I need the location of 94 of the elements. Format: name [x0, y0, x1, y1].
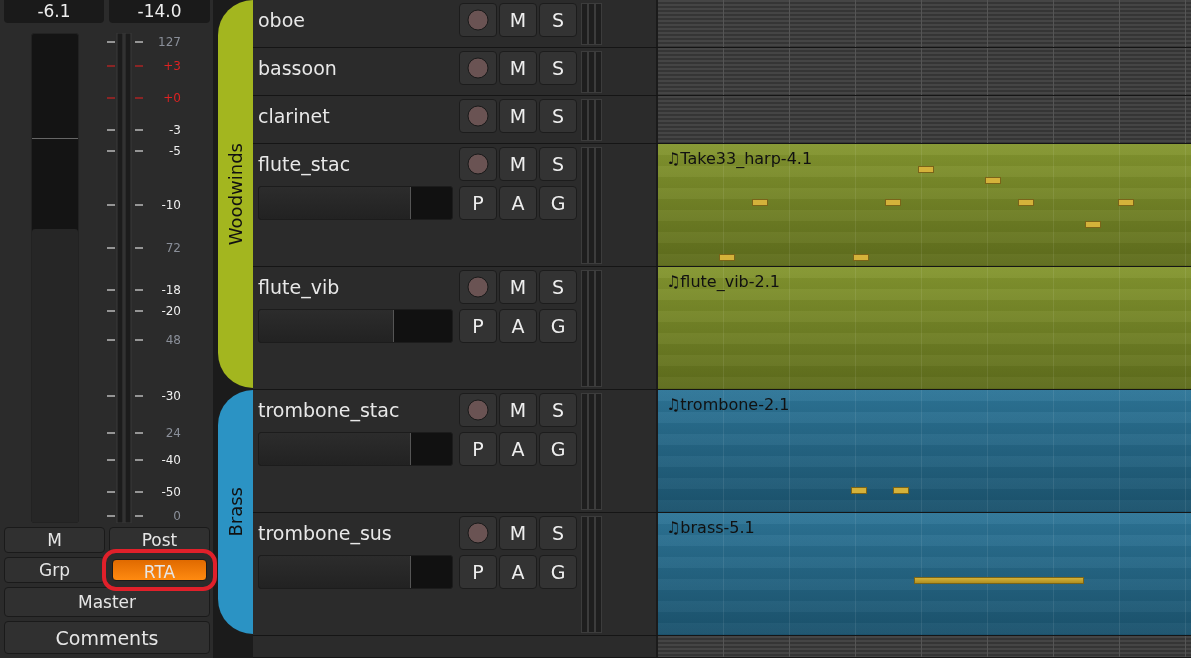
record-button[interactable] — [459, 51, 497, 85]
track-name[interactable]: bassoon — [258, 51, 457, 85]
record-button[interactable] — [459, 147, 497, 181]
record-icon — [467, 9, 489, 31]
meter-scale-label: +0 — [163, 90, 181, 106]
meter-scale-label: +3 — [163, 58, 181, 74]
midi-note[interactable] — [1085, 221, 1101, 228]
track-button[interactable]: P — [459, 309, 497, 343]
track-name[interactable]: trombone_sus — [258, 516, 457, 550]
meter-scale-label: -18 — [161, 282, 181, 298]
midi-note[interactable] — [1118, 199, 1134, 206]
record-icon — [467, 276, 489, 298]
meter-scale-label: 0 — [173, 508, 181, 524]
region-name: ♫flute_vib-2.1 — [666, 272, 780, 291]
record-button[interactable] — [459, 393, 497, 427]
track-button[interactable]: P — [459, 432, 497, 466]
fader-track[interactable] — [31, 33, 79, 523]
track-button[interactable]: M — [499, 99, 537, 133]
strip-button[interactable]: Grp — [4, 557, 105, 583]
track-button[interactable]: A — [499, 555, 537, 589]
region-name: ♫brass-5.1 — [666, 518, 755, 537]
gain-slider[interactable] — [258, 432, 453, 466]
midi-note[interactable] — [1018, 199, 1034, 206]
meter-scale-label: 127 — [158, 34, 181, 50]
track-button[interactable]: M — [499, 393, 537, 427]
record-icon — [467, 57, 489, 79]
track-button[interactable]: M — [499, 147, 537, 181]
track-button[interactable]: S — [539, 99, 577, 133]
meter-scale-label: 24 — [165, 425, 181, 441]
record-icon — [467, 105, 489, 127]
meter-scale-label: 48 — [165, 332, 181, 348]
track-button[interactable]: S — [539, 3, 577, 37]
midi-note[interactable] — [885, 199, 901, 206]
track-button[interactable]: S — [539, 147, 577, 181]
record-icon — [467, 399, 489, 421]
strip-button[interactable]: M — [4, 527, 105, 553]
track-name[interactable]: flute_stac — [258, 147, 457, 181]
meter-scale-label: -40 — [161, 452, 181, 468]
track-button[interactable]: S — [539, 51, 577, 85]
track-button[interactable]: G — [539, 432, 577, 466]
record-icon — [467, 153, 489, 175]
track-name[interactable]: flute_vib — [258, 270, 457, 304]
track-button[interactable]: M — [499, 51, 537, 85]
group-tab[interactable]: Woodwinds — [218, 0, 253, 388]
midi-note[interactable] — [719, 254, 735, 261]
track-button[interactable]: P — [459, 555, 497, 589]
track-button[interactable]: S — [539, 393, 577, 427]
record-icon — [467, 522, 489, 544]
midi-note[interactable] — [985, 177, 1001, 184]
record-button[interactable] — [459, 99, 497, 133]
track-button[interactable]: A — [499, 309, 537, 343]
strip-button[interactable]: Master — [4, 587, 210, 617]
record-button[interactable] — [459, 516, 497, 550]
midi-note[interactable] — [918, 166, 934, 173]
gain-slider[interactable] — [258, 309, 453, 343]
track-button[interactable]: A — [499, 432, 537, 466]
track-button[interactable]: G — [539, 555, 577, 589]
track-button[interactable]: M — [499, 3, 537, 37]
track-button[interactable]: M — [499, 270, 537, 304]
strip-button[interactable]: Comments — [4, 621, 210, 654]
midi-region[interactable]: ♫flute_vib-2.1 — [658, 267, 1191, 389]
region-name: ♫trombone-2.1 — [666, 395, 790, 414]
record-button[interactable] — [459, 3, 497, 37]
track-button[interactable]: G — [539, 186, 577, 220]
track-button[interactable]: A — [499, 186, 537, 220]
track-name[interactable]: trombone_stac — [258, 393, 457, 427]
group-tab[interactable]: Brass — [218, 390, 253, 634]
midi-note[interactable] — [914, 577, 1084, 584]
strip-button[interactable]: Post — [109, 527, 210, 553]
track-button[interactable]: S — [539, 516, 577, 550]
track-button[interactable]: M — [499, 516, 537, 550]
midi-note[interactable] — [752, 199, 768, 206]
track-button[interactable]: P — [459, 186, 497, 220]
record-button[interactable] — [459, 270, 497, 304]
peak-readout: -6.1 — [4, 0, 104, 23]
track-button[interactable]: S — [539, 270, 577, 304]
meter-scale-label: -30 — [161, 388, 181, 404]
meter-scale-label: -5 — [169, 143, 181, 159]
midi-note[interactable] — [851, 487, 867, 494]
meter-scale-label: -10 — [161, 197, 181, 213]
track-name[interactable]: clarinet — [258, 99, 457, 133]
peak-readout: -14.0 — [109, 0, 210, 23]
track-button[interactable]: G — [539, 309, 577, 343]
gain-slider[interactable] — [258, 555, 453, 589]
gain-slider[interactable] — [258, 186, 453, 220]
midi-region[interactable]: ♫Take33_harp-4.1 — [658, 144, 1191, 266]
track-name[interactable]: oboe — [258, 3, 457, 37]
meter-scale-label: 72 — [165, 240, 181, 256]
meter-scale-label: -3 — [169, 122, 181, 138]
midi-note[interactable] — [893, 487, 909, 494]
midi-note[interactable] — [853, 254, 869, 261]
region-name: ♫Take33_harp-4.1 — [666, 149, 813, 168]
meter-scale-label: -50 — [161, 484, 181, 500]
meter-scale-label: -20 — [161, 303, 181, 319]
